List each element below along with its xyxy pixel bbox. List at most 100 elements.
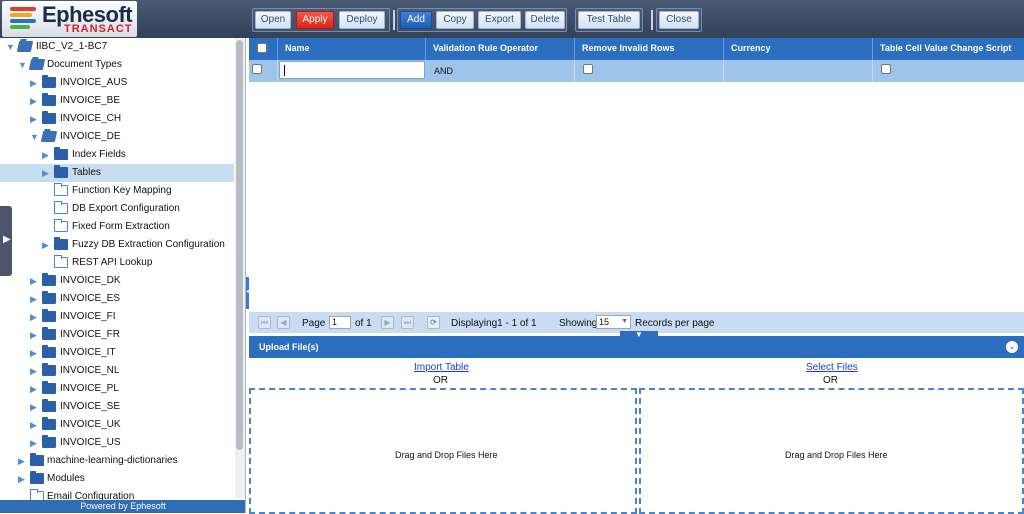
column-header-remove-invalid-rows[interactable]: Remove Invalid Rows: [575, 38, 724, 60]
chevron-right-icon: ▶: [3, 234, 11, 245]
tree-label: INVOICE_NL: [60, 365, 120, 376]
tree-item-fixed-form-extraction[interactable]: Fixed Form Extraction: [0, 218, 234, 236]
next-page-icon[interactable]: ▶: [381, 316, 394, 329]
tree-item-invoice-de[interactable]: ▼ INVOICE_DE: [0, 128, 234, 146]
tree-label: Function Key Mapping: [72, 185, 172, 196]
column-header-table-cell-value-change-script[interactable]: Table Cell Value Change Script: [873, 38, 1024, 60]
tree-item-ml-dictionaries[interactable]: ▶ machine-learning-dictionaries: [0, 452, 234, 470]
chevron-right-icon[interactable]: ▶: [30, 312, 38, 322]
dropzone-text: Drag and Drop Files Here: [785, 450, 888, 460]
tree-item-modules[interactable]: ▶ Modules: [0, 470, 234, 488]
folder-icon: [54, 165, 68, 178]
tree-item-invoice-nl[interactable]: ▶ INVOICE_NL: [0, 362, 234, 380]
folder-icon: [42, 291, 56, 304]
displaying-text: Displaying1 - 1 of 1: [451, 318, 537, 329]
remove-invalid-rows-cell: [575, 60, 724, 82]
remove-invalid-rows-checkbox[interactable]: [583, 64, 593, 74]
chevron-right-icon[interactable]: ▶: [30, 366, 38, 376]
tree-item-fuzzy-db-extraction[interactable]: ▶ Fuzzy DB Extraction Configuration: [0, 236, 234, 254]
tree-item-document-types[interactable]: ▼ Document Types: [0, 56, 234, 74]
records-per-page-select[interactable]: 15: [596, 315, 631, 329]
close-button[interactable]: Close: [659, 11, 699, 29]
chevron-right-icon[interactable]: ▶: [18, 474, 26, 484]
tree-item-invoice-pl[interactable]: ▶ INVOICE_PL: [0, 380, 234, 398]
chevron-down-icon[interactable]: ▼: [30, 132, 39, 142]
tree-item-index-fields[interactable]: ▶ Index Fields: [0, 146, 234, 164]
tree-scrollbar[interactable]: [235, 38, 245, 498]
chevron-right-icon[interactable]: ▶: [30, 438, 38, 448]
name-field[interactable]: [279, 61, 425, 79]
powered-by-footer: Powered by Ephesoft: [0, 500, 245, 513]
tree-item-invoice-it[interactable]: ▶ INVOICE_IT: [0, 344, 234, 362]
folder-open-icon: [16, 41, 34, 52]
tree-item-invoice-se[interactable]: ▶ INVOICE_SE: [0, 398, 234, 416]
tree-item-invoice-dk[interactable]: ▶ INVOICE_DK: [0, 272, 234, 290]
records-per-page-label: Records per page: [635, 318, 715, 329]
deploy-button[interactable]: Deploy: [339, 11, 385, 29]
tree-item-invoice-es[interactable]: ▶ INVOICE_ES: [0, 290, 234, 308]
scrollbar-thumb[interactable]: [236, 40, 243, 450]
tree-item-invoice-fi[interactable]: ▶ INVOICE_FI: [0, 308, 234, 326]
chevron-right-icon[interactable]: ▶: [30, 78, 38, 88]
tree-item-function-key-mapping[interactable]: Function Key Mapping: [0, 182, 234, 200]
tree-label: INVOICE_FI: [60, 311, 116, 322]
expand-panel-handle[interactable]: ▶: [0, 206, 12, 276]
select-all-checkbox[interactable]: [257, 43, 267, 53]
add-button[interactable]: Add: [400, 11, 432, 29]
delete-button[interactable]: Delete: [525, 11, 565, 29]
column-header-name[interactable]: Name: [278, 38, 426, 60]
chevron-right-icon[interactable]: ▶: [30, 294, 38, 304]
export-button[interactable]: Export: [478, 11, 521, 29]
open-button[interactable]: Open: [255, 11, 291, 29]
chevron-right-icon[interactable]: ▶: [18, 456, 26, 466]
tree-item-root[interactable]: ▼ IIBC_V2_1-BC7: [0, 38, 234, 56]
chevron-down-icon[interactable]: ▼: [6, 42, 15, 52]
row-checkbox[interactable]: [252, 64, 262, 74]
copy-button[interactable]: Copy: [436, 11, 474, 29]
folder-icon: [42, 399, 56, 412]
tree-item-invoice-be[interactable]: ▶ INVOICE_BE: [0, 92, 234, 110]
folder-outline-icon: [54, 219, 68, 232]
tree-item-invoice-fr[interactable]: ▶ INVOICE_FR: [0, 326, 234, 344]
prev-page-icon[interactable]: ◀: [277, 316, 290, 329]
chevron-right-icon[interactable]: ▶: [30, 276, 38, 286]
apply-button[interactable]: Apply: [296, 11, 334, 29]
table-row[interactable]: AND: [249, 60, 1024, 82]
tree-item-invoice-aus[interactable]: ▶ INVOICE_AUS: [0, 74, 234, 92]
page-number-input[interactable]: 1: [329, 316, 351, 329]
chevron-right-icon[interactable]: ▶: [30, 96, 38, 106]
chevron-right-icon[interactable]: ▶: [30, 420, 38, 430]
import-table-link[interactable]: Import Table: [414, 362, 469, 373]
chevron-right-icon[interactable]: ▶: [42, 168, 50, 178]
tree-item-invoice-us[interactable]: ▶ INVOICE_US: [0, 434, 234, 452]
select-files-link[interactable]: Select Files: [806, 362, 858, 373]
tree-item-rest-api-lookup[interactable]: REST API Lookup: [0, 254, 234, 272]
test-table-button[interactable]: Test Table: [578, 11, 640, 29]
folder-icon: [42, 273, 56, 286]
currency-cell[interactable]: [724, 60, 873, 82]
table-cell-script-checkbox[interactable]: [881, 64, 891, 74]
chevron-right-icon[interactable]: ▶: [30, 114, 38, 124]
chevron-right-icon[interactable]: ▶: [42, 240, 50, 250]
tree-item-tables[interactable]: ▶ Tables: [0, 164, 234, 182]
chevron-right-icon[interactable]: ▶: [30, 330, 38, 340]
collapse-panel-icon[interactable]: ⌄: [1006, 341, 1018, 353]
chevron-right-icon[interactable]: ▶: [30, 348, 38, 358]
chevron-right-icon[interactable]: ▶: [42, 150, 50, 160]
collapse-grid-handle[interactable]: ▼: [620, 331, 658, 339]
or-text: OR: [823, 375, 838, 386]
last-page-icon[interactable]: ⏭: [401, 316, 414, 329]
folder-icon: [42, 93, 56, 106]
column-header-currency[interactable]: Currency: [724, 38, 873, 60]
tree-item-invoice-uk[interactable]: ▶ INVOICE_UK: [0, 416, 234, 434]
tree-item-invoice-ch[interactable]: ▶ INVOICE_CH: [0, 110, 234, 128]
chevron-right-icon[interactable]: ▶: [30, 402, 38, 412]
tree-label: INVOICE_US: [60, 437, 121, 448]
tree-item-db-export-configuration[interactable]: DB Export Configuration: [0, 200, 234, 218]
or-text: OR: [433, 375, 448, 386]
column-header-validation-rule-operator[interactable]: Validation Rule Operator: [426, 38, 575, 60]
chevron-right-icon[interactable]: ▶: [30, 384, 38, 394]
first-page-icon[interactable]: ⏮: [258, 316, 271, 329]
chevron-down-icon[interactable]: ▼: [18, 60, 27, 70]
refresh-icon[interactable]: ⟳: [427, 316, 440, 329]
